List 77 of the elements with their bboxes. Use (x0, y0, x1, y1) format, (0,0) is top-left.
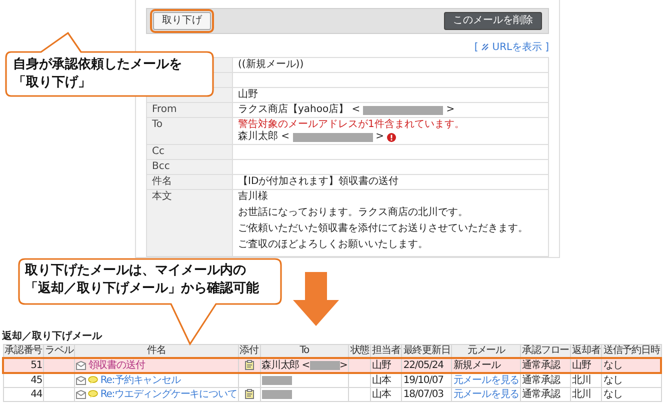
table-cell: 山本 (370, 373, 402, 388)
column-header: ラベル (44, 344, 75, 358)
original-mail-link[interactable]: 元メールを見る (453, 389, 520, 400)
column-header: 件名 (74, 344, 238, 358)
field-value: 山野 (238, 89, 258, 100)
bracket: > (340, 360, 348, 371)
envelope-icon (76, 376, 86, 385)
table-cell: 北川 (570, 373, 602, 388)
label-cell (44, 358, 75, 373)
table-cell: 通常承認 (520, 358, 571, 373)
field-label: From (152, 104, 177, 115)
table-cell: なし (602, 373, 662, 388)
column-header: 返却者 (570, 344, 602, 358)
callout-text: 自身が承認依頼したメールを 「取り下げ」 (13, 56, 182, 92)
label-cell (44, 388, 75, 402)
list-title: 返却／取り下げメール (2, 330, 104, 343)
bracket: [ (474, 42, 478, 52)
label-cell (44, 373, 75, 388)
table-cell: なし (602, 388, 662, 402)
callout-text: 取り下げたメールは、マイメール内の 「返却／取り下げメール」から確認可能 (25, 262, 259, 298)
column-header: 承認フロー (520, 344, 571, 358)
body-text: ご依頼いただいた領収書を添付にてお送りさせていただきます。 (238, 223, 529, 235)
table-cell: 通常承認 (520, 388, 571, 402)
column-header: 担当者 (370, 344, 402, 358)
original-mail-text: 新規メール (453, 360, 500, 371)
down-arrow (293, 272, 339, 326)
redacted-bar (262, 390, 292, 399)
table-cell: 51 (3, 358, 44, 373)
table-cell: 通常承認 (520, 373, 571, 388)
column-header: 最終更新日 (402, 344, 452, 358)
bracket: ] (545, 42, 549, 52)
address-name: 森川太郎 < (238, 131, 290, 143)
bracket: > (376, 131, 384, 143)
redacted-bar (310, 360, 340, 370)
subject-text: 領収書の送付 (88, 360, 145, 371)
envelope-icon (76, 360, 86, 370)
body-text: 吉川様 (238, 191, 269, 203)
table-cell: 19/10/07 (402, 373, 452, 388)
redacted-bar (262, 376, 292, 385)
body-text: お世話になっております。ラクス商店の北川です。 (238, 207, 469, 219)
original-mail-link[interactable]: 元メールを見る (453, 375, 520, 386)
table-row[interactable]: 45 Re:予約キャンセル 山本 19/10/07 元メールを見る 通常承認 北川 なし (3, 373, 662, 388)
table-cell (348, 373, 371, 388)
address-name: ラクス商店【yahoo店】 < (238, 104, 360, 116)
table-cell (348, 358, 371, 373)
url-link[interactable]: URLを表示 (492, 40, 542, 54)
field-label: To (152, 119, 163, 130)
table-cell: 22/05/24 (402, 358, 452, 373)
recipient-name: 森川太郎 < (262, 360, 310, 371)
table-cell: 山野 (370, 358, 402, 373)
field-label: 件名 (152, 176, 172, 187)
table-cell: 18/07/03 (402, 388, 452, 402)
withdraw-button[interactable]: 取り下げ (153, 12, 211, 30)
table-row[interactable]: 51 領収書の送付 森川太郎 < > 山野 22/05/24 新規メール 通常承認 山野 なし (3, 358, 662, 373)
table-cell: 北川 (570, 388, 602, 402)
table-cell: 山本 (370, 388, 402, 402)
warning-text: 警告対象のメールアドレスが1件含まれています。 (238, 119, 466, 130)
delete-button[interactable]: このメールを削除 (444, 12, 542, 30)
body-text: ご査収のほどよろしくお願いいたします。 (238, 239, 429, 251)
envelope-icon (76, 390, 86, 399)
field-label: 本文 (152, 191, 172, 202)
field-label: Bcc (152, 161, 170, 172)
field-label: Cc (152, 146, 164, 157)
table-cell: 45 (3, 373, 44, 388)
table-row[interactable]: 44 Re:ウエディングケーキについて 山本 18/07/03 元メールを見る 通常承認 北川 なし (3, 388, 662, 402)
field-value: 【IDが付加されます】領収書の送付 (238, 176, 399, 187)
column-header: 承認番号 (3, 344, 44, 358)
alert-icon (386, 132, 396, 142)
column-header: 元メール (452, 344, 521, 358)
bracket: > (446, 104, 455, 116)
field-value: ((新規メール)) (238, 59, 304, 70)
table-cell: なし (602, 358, 662, 373)
column-header: 送信予約日時 (602, 344, 662, 358)
table-cell: 山野 (570, 358, 602, 373)
table-cell (348, 388, 371, 402)
column-header: To (260, 344, 349, 358)
table-cell: 44 (3, 388, 44, 402)
